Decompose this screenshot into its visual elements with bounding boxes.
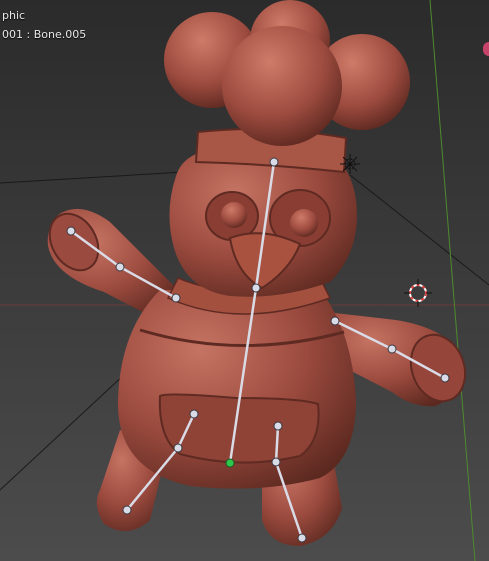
- bone-joint[interactable]: [273, 421, 283, 431]
- bone-joint[interactable]: [251, 283, 261, 293]
- bone-joint[interactable]: [297, 533, 307, 543]
- light-icon[interactable]: [340, 154, 360, 174]
- bone-joint[interactable]: [271, 457, 281, 467]
- active-object-label: 001 : Bone.005: [2, 28, 87, 41]
- 3d-viewport[interactable]: phic 001 : Bone.005: [0, 0, 489, 561]
- bone-joint[interactable]: [173, 443, 183, 453]
- active-bone-joint[interactable]: [225, 458, 235, 468]
- bone-joint[interactable]: [189, 409, 199, 419]
- bone-joint[interactable]: [122, 505, 132, 515]
- bone-joint[interactable]: [387, 344, 397, 354]
- bone-joint[interactable]: [269, 157, 279, 167]
- corner-handle[interactable]: [483, 42, 489, 56]
- view-label: phic: [2, 9, 26, 22]
- bone-joint[interactable]: [115, 262, 125, 272]
- bone-joint[interactable]: [440, 373, 450, 383]
- bone-joint[interactable]: [66, 226, 76, 236]
- bone-joint[interactable]: [171, 293, 181, 303]
- viewport-scene[interactable]: [0, 0, 489, 561]
- bone-joint[interactable]: [330, 316, 340, 326]
